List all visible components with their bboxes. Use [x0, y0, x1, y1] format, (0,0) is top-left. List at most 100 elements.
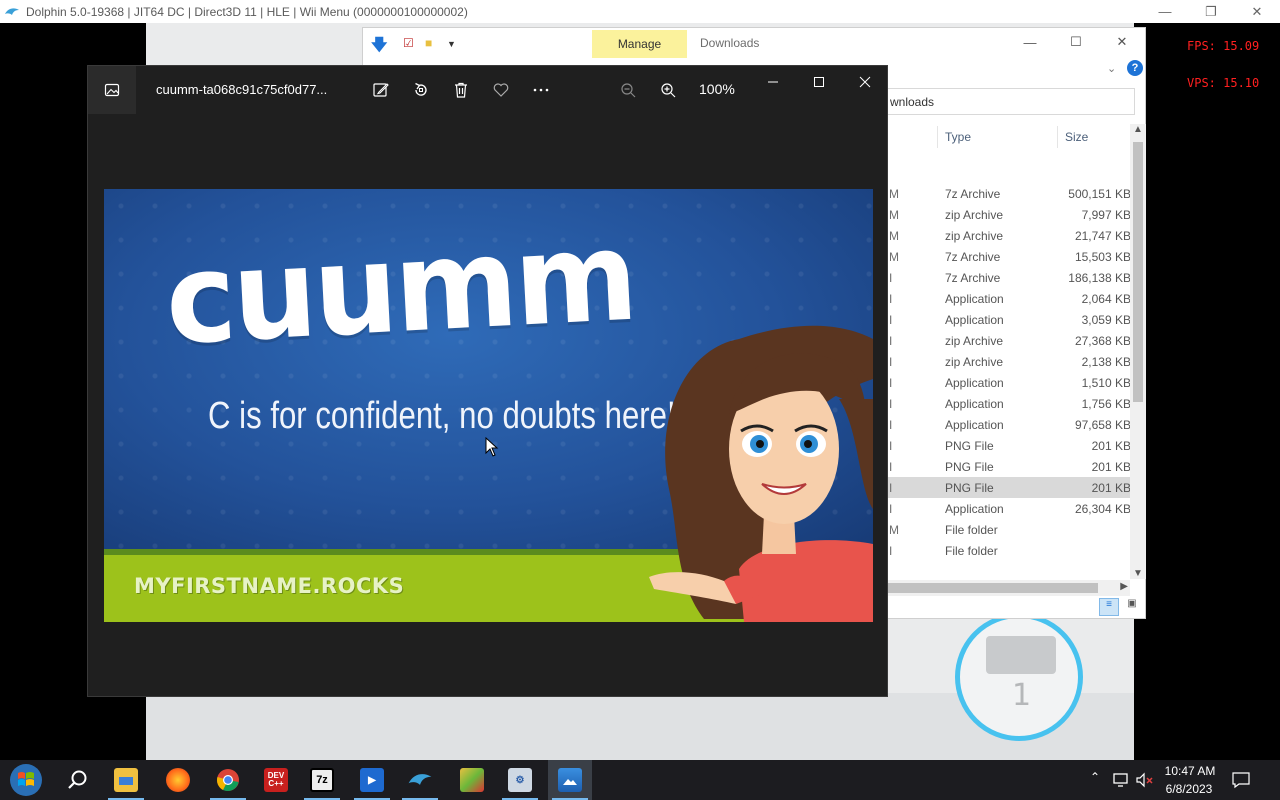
file-row[interactable]: I File folder — [883, 540, 1133, 561]
photos-close-button[interactable] — [850, 72, 880, 92]
scroll-right-icon[interactable]: ▶ — [1120, 581, 1128, 592]
search-icon — [68, 770, 87, 789]
network-icon[interactable] — [1112, 772, 1130, 788]
file-row[interactable]: I 7z Archive 186,138 KB — [883, 267, 1133, 288]
edit-image-icon[interactable] — [369, 78, 393, 102]
file-size-cell: 15,503 KB — [1074, 250, 1131, 264]
taskbar-dev-cpp[interactable]: DEV C++ — [254, 760, 298, 800]
file-row[interactable]: I Application 1,510 KB — [883, 372, 1133, 393]
dolphin-titlebar: Dolphin 5.0-19368 | JIT64 DC | Direct3D … — [0, 0, 1280, 23]
photos-maximize-button[interactable] — [804, 72, 834, 92]
zoom-in-icon[interactable] — [656, 78, 680, 102]
taskbar-photos[interactable] — [548, 760, 592, 800]
file-type-cell: Application — [945, 376, 1004, 390]
explorer-close-button[interactable]: ✕ — [1099, 28, 1145, 56]
manage-tab[interactable]: Manage — [592, 30, 687, 58]
file-row[interactable]: I Application 97,658 KB — [883, 414, 1133, 435]
photos-minimize-button[interactable] — [758, 72, 788, 92]
zoom-out-icon[interactable] — [616, 78, 640, 102]
show-hidden-icons-icon[interactable]: ⌃ — [1090, 770, 1100, 784]
firefox-icon — [166, 768, 190, 792]
vertical-scrollbar[interactable]: ▲ ▼ — [1130, 124, 1146, 579]
file-date-cell: I — [889, 397, 893, 411]
photos-app-taskbar-icon — [558, 768, 582, 792]
taskbar-dolphin[interactable] — [398, 760, 442, 800]
file-type-cell: 7z Archive — [945, 187, 1001, 201]
file-row[interactable]: I PNG File 201 KB — [883, 435, 1133, 456]
file-row[interactable]: M 7z Archive 15,503 KB — [883, 246, 1133, 267]
file-date-cell: M — [889, 250, 899, 264]
file-size-cell: 21,747 KB — [1074, 229, 1131, 243]
wii-mail-button[interactable]: 1 — [955, 613, 1083, 741]
address-bar[interactable]: wnloads — [883, 88, 1135, 115]
file-date-cell: I — [889, 271, 893, 285]
file-type-cell: PNG File — [945, 481, 994, 495]
explorer-ribbon: 🡇 ☑ ■ ▼ Manage Downloads — ☐ ✕ — [363, 28, 1145, 58]
hscrollbar-thumb[interactable] — [883, 583, 1098, 593]
scroll-down-icon[interactable]: ▼ — [1133, 568, 1143, 579]
file-row[interactable]: I Application 2,064 KB — [883, 288, 1133, 309]
taskbar-settings[interactable]: ⚙ — [498, 760, 542, 800]
photos-app-icon[interactable] — [88, 66, 136, 114]
file-row[interactable]: Mzip Archive 21,747 KB — [883, 225, 1133, 246]
rotate-icon[interactable] — [409, 78, 433, 102]
image-name-text: cuumm — [162, 203, 639, 373]
horizontal-scrollbar[interactable]: ▶ — [883, 580, 1130, 596]
more-options-icon[interactable] — [529, 78, 553, 102]
image-footer-text: MYFIRSTNAME.ROCKS — [134, 574, 405, 598]
clock-time[interactable]: 10:47 AM — [1164, 764, 1216, 778]
large-icons-view-icon[interactable]: ▣ — [1123, 598, 1141, 616]
explorer-minimize-button[interactable]: — — [1007, 28, 1053, 56]
help-icon[interactable]: ? — [1127, 60, 1143, 76]
taskbar-7zip[interactable]: 7z — [300, 760, 344, 800]
close-button[interactable]: ✕ — [1234, 4, 1280, 20]
new-folder-icon[interactable]: ■ — [425, 36, 432, 50]
file-row[interactable]: I Application 3,059 KB — [883, 309, 1133, 330]
file-date-cell: I — [889, 460, 893, 474]
file-row[interactable]: M 7z Archive 500,151 KB — [883, 183, 1133, 204]
clock-date[interactable]: 6/8/2023 — [1160, 782, 1218, 796]
scroll-up-icon[interactable]: ▲ — [1133, 124, 1143, 135]
notifications-icon[interactable] — [1231, 771, 1251, 789]
restore-button[interactable]: ❐ — [1188, 4, 1234, 20]
file-row[interactable]: I Application 1,756 KB — [883, 393, 1133, 414]
ribbon-expand-icon[interactable]: ⌄ — [1107, 62, 1116, 75]
properties-icon[interactable]: ☑ — [403, 36, 414, 50]
file-size-cell: 3,059 KB — [1081, 313, 1131, 327]
download-arrow-icon[interactable]: 🡇 — [371, 34, 387, 61]
explorer-maximize-button[interactable]: ☐ — [1053, 28, 1099, 56]
delete-icon[interactable] — [449, 78, 473, 102]
taskbar-firefox[interactable] — [156, 760, 200, 800]
file-date-cell: I — [889, 502, 893, 516]
taskbar-file-explorer[interactable] — [104, 760, 148, 800]
displayed-image[interactable]: cuumm C is for confident, no doubts here… — [104, 189, 873, 622]
scrollbar-thumb[interactable] — [1133, 142, 1143, 402]
minimize-button[interactable]: — — [1142, 4, 1188, 19]
taskbar-media-player[interactable]: ▶ — [350, 760, 394, 800]
file-row[interactable]: Izip Archive 27,368 KB — [883, 330, 1133, 351]
column-header-size[interactable]: Size — [1065, 130, 1088, 144]
file-date-cell: I — [889, 481, 893, 495]
file-row[interactable]: I PNG File 201 KB — [883, 477, 1133, 498]
taskbar-paint[interactable] — [450, 760, 494, 800]
taskbar-search-button[interactable] — [56, 760, 100, 800]
windows-logo-icon — [10, 764, 42, 796]
zoom-level[interactable]: 100% — [699, 81, 735, 97]
file-type-cell: Application — [945, 502, 1004, 516]
photos-viewer-window[interactable]: cuumm-ta068c91c75cf0d77... 100% cuumm C … — [87, 65, 888, 697]
details-view-icon[interactable]: ≡ — [1099, 598, 1119, 616]
favorite-icon[interactable] — [489, 78, 513, 102]
file-row[interactable]: M File folder — [883, 519, 1133, 540]
quick-access-dropdown-icon[interactable]: ▼ — [447, 39, 456, 49]
file-row[interactable]: Izip Archive 2,138 KB — [883, 351, 1133, 372]
taskbar-chrome[interactable] — [206, 760, 250, 800]
file-row[interactable]: Mzip Archive 7,997 KB — [883, 204, 1133, 225]
column-header-type[interactable]: Type — [945, 130, 971, 144]
volume-muted-icon[interactable] — [1135, 772, 1155, 788]
file-row[interactable]: I Application 26,304 KB — [883, 498, 1133, 519]
file-date-cell: M — [889, 187, 899, 201]
file-row[interactable]: I PNG File 201 KB — [883, 456, 1133, 477]
file-list: M 7z Archive 500,151 KB Mzip Archive 7,997 K… — [883, 183, 1133, 561]
file-type-cell: 7z Archive — [945, 271, 1001, 285]
start-button[interactable] — [6, 763, 46, 797]
